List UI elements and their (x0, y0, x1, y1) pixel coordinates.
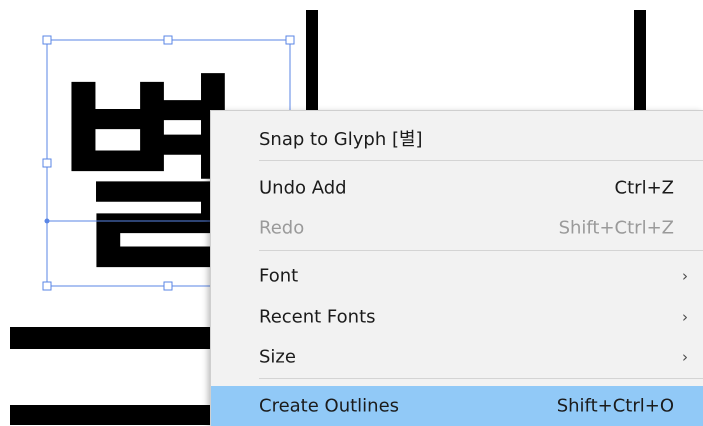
menu-item-shortcut: Shift+Ctrl+Z (558, 217, 674, 239)
menu-item-undo-add[interactable]: Undo Add Ctrl+Z (211, 169, 703, 207)
menu-separator (259, 250, 703, 251)
baseline-anchor-point[interactable] (44, 218, 50, 224)
menu-item-snap-to-glyph[interactable]: Snap to Glyph [별] (211, 119, 703, 157)
menu-item-label: Size (259, 346, 296, 368)
context-menu: Snap to Glyph [별] Undo Add Ctrl+Z Redo S… (210, 110, 703, 426)
menu-item-redo: Redo Shift+Ctrl+Z (211, 209, 703, 247)
handle-middle-left[interactable] (42, 158, 52, 168)
horizontal-stroke-lower (10, 405, 215, 425)
menu-item-label: Recent Fonts (259, 306, 376, 328)
handle-top-left[interactable] (42, 35, 52, 45)
chevron-right-icon: › (682, 267, 688, 285)
chevron-right-icon: › (682, 348, 688, 366)
menu-item-label: Create Outlines (259, 395, 400, 417)
menu-item-size[interactable]: Size › (211, 338, 703, 376)
menu-item-font[interactable]: Font › (211, 257, 703, 295)
menu-item-recent-fonts[interactable]: Recent Fonts › (211, 298, 703, 336)
menu-item-create-outlines[interactable]: Create Outlines Shift+Ctrl+O (211, 386, 703, 426)
handle-top-right[interactable] (285, 35, 295, 45)
menu-item-label: Redo (259, 217, 305, 239)
menu-item-shortcut: Shift+Ctrl+O (556, 395, 674, 417)
menu-item-shortcut: Ctrl+Z (614, 177, 674, 199)
handle-top-middle[interactable] (163, 35, 173, 45)
menu-separator (259, 160, 703, 161)
handle-bottom-middle[interactable] (163, 281, 173, 291)
chevron-right-icon: › (682, 308, 688, 326)
menu-item-label: Font (259, 265, 299, 287)
horizontal-stroke-upper (10, 327, 215, 349)
vertical-stroke-left (306, 10, 318, 122)
menu-separator (259, 378, 703, 379)
handle-bottom-left[interactable] (42, 281, 52, 291)
menu-item-label: Snap to Glyph [별] (259, 129, 423, 150)
menu-item-label: Undo Add (259, 177, 347, 199)
vertical-stroke-right (634, 10, 646, 116)
